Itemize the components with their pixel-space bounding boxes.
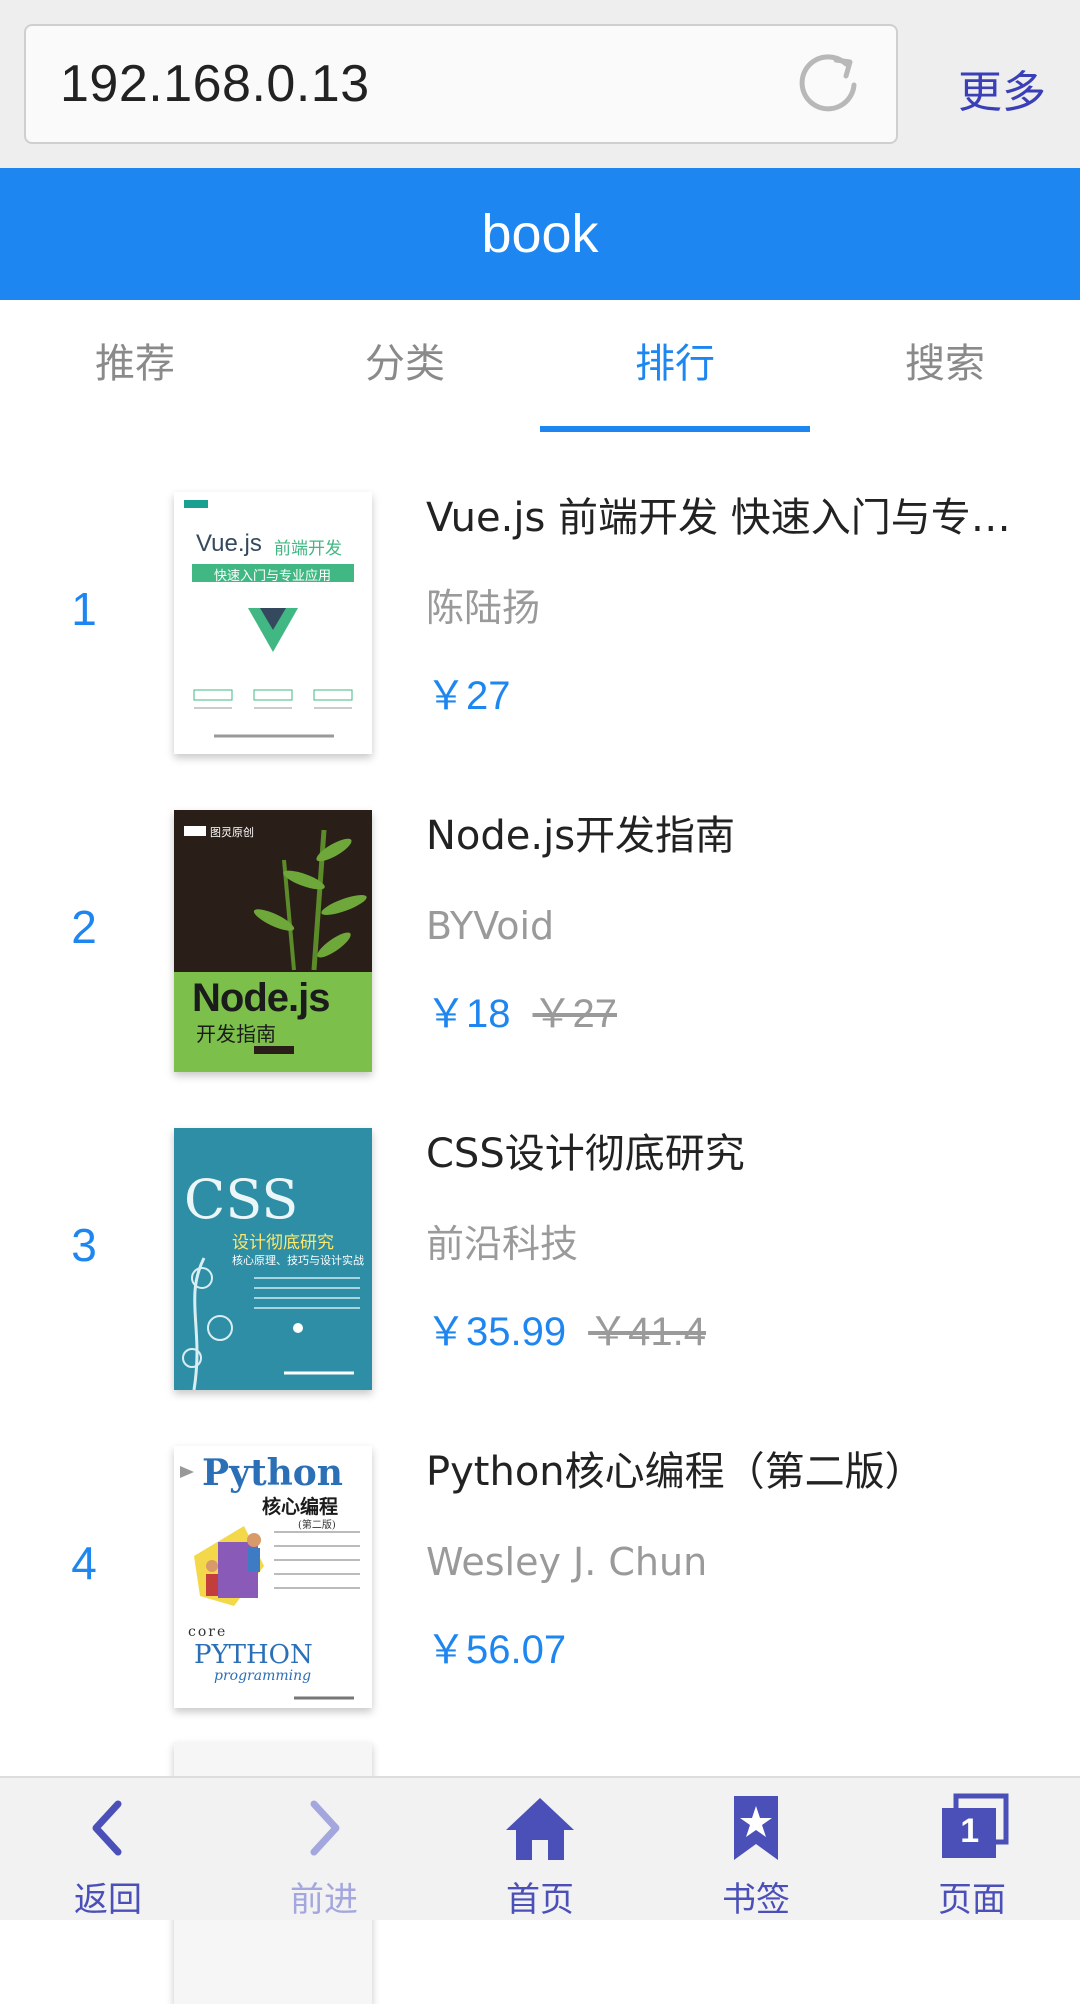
page-title: book	[481, 204, 599, 264]
bookmark-star-icon	[734, 1796, 778, 1860]
price-line: ￥18 ￥27	[426, 984, 1046, 1044]
rank-number: 4	[71, 1537, 97, 1589]
book-author: Wesley J. Chun	[426, 1540, 708, 1584]
book-info: Node.js开发指南 BYVoid ￥18 ￥27	[426, 806, 1046, 1044]
more-button[interactable]: 更多	[958, 56, 1046, 120]
price-line: ￥35.99 ￥41.4	[426, 1302, 1046, 1362]
cover-footer-title: PYTHON	[194, 1640, 313, 1670]
book-list: 1 Vue.js 前端开发 快速入门与专业应用 Vue.js 前端开发 快速入门…	[0, 432, 1080, 2004]
book-cover: CSS 设计彻底研究 核心原理、技巧与设计实战	[174, 1128, 372, 1390]
back-button[interactable]: 返回	[0, 1778, 216, 1920]
list-item[interactable]: 4 Python 核心编程 (第二版) core PYTHON programm…	[0, 1386, 1080, 1708]
bookmark-button[interactable]: 书签	[648, 1778, 864, 1920]
book-cover: 图灵原创 Node.js 开发指南	[174, 810, 372, 1072]
home-button[interactable]: 首页	[432, 1778, 648, 1920]
book-original-price: ￥41.4	[588, 1310, 706, 1354]
back-label: 返回	[74, 1880, 142, 1920]
url-field[interactable]: 192.168.0.13	[24, 24, 898, 144]
list-item[interactable]: 1 Vue.js 前端开发 快速入门与专业应用 Vue.js 前端开发 快速入门…	[0, 432, 1080, 754]
book-price: ￥18	[426, 992, 511, 1036]
rank-number: 1	[71, 583, 97, 635]
pages-label: 页面	[938, 1880, 1006, 1920]
tab-recommend[interactable]: 推荐	[0, 300, 270, 432]
book-title: CSS设计彻底研究	[426, 1131, 745, 1177]
cover-title: Node.js	[192, 976, 330, 1020]
forward-label: 前进	[290, 1880, 358, 1920]
pages-button[interactable]: 1 页面	[864, 1778, 1080, 1920]
chevron-right-icon	[310, 1800, 340, 1856]
book-author: BYVoid	[426, 904, 555, 948]
cover-title: CSS	[184, 1168, 299, 1231]
book-price: ￥56.07	[426, 1628, 567, 1672]
forward-button[interactable]: 前进	[216, 1778, 432, 1920]
rank-number: 2	[71, 901, 97, 953]
bookmark-label: 书签	[722, 1880, 790, 1920]
cover-subtitle: 设计彻底研究	[232, 1233, 334, 1253]
book-info: CSS设计彻底研究 前沿科技 ￥35.99 ￥41.4	[426, 1124, 1046, 1362]
book-title: Node.js开发指南	[426, 813, 736, 859]
browser-bottom-toolbar: 返回 前进 首页 书签 1 页面	[0, 1776, 1080, 1920]
tab-category[interactable]: 分类	[270, 300, 540, 432]
cover-subtitle: 快速入门与专业应用	[214, 569, 332, 584]
cover-tagline: 核心原理、技巧与设计实战	[232, 1254, 364, 1267]
chevron-left-icon	[92, 1800, 122, 1856]
cover-accent: 前端开发	[274, 539, 342, 559]
home-label: 首页	[506, 1880, 574, 1920]
cover-footer-top: core	[188, 1624, 228, 1640]
cover-subtitle: 核心编程	[262, 1496, 339, 1518]
cover-series: 图灵原创	[210, 826, 254, 839]
book-cover: Vue.js 前端开发 快速入门与专业应用	[174, 492, 372, 754]
tab-bar: 推荐 分类 排行 搜索	[0, 300, 1080, 432]
reload-icon[interactable]	[796, 52, 862, 118]
book-author: 前沿科技	[426, 1222, 579, 1266]
book-author: 陈陆扬	[426, 586, 541, 630]
list-item[interactable]: 2 图灵原创 Node.js 开发指南 Node.js开发指南 BYVoid ￥…	[0, 750, 1080, 1072]
book-title: Vue.js 前端开发 快速入门与专…	[426, 495, 1011, 541]
pages-count-badge: 1	[960, 1812, 980, 1850]
book-price: ￥27	[426, 674, 511, 718]
book-original-price: ￥27	[532, 992, 618, 1036]
rank-number: 3	[71, 1219, 97, 1271]
book-cover: Python 核心编程 (第二版) core PYTHON programmin…	[174, 1446, 372, 1708]
cover-title: Python	[202, 1452, 343, 1494]
book-info: Vue.js 前端开发 快速入门与专… 陈陆扬 ￥27	[426, 488, 1046, 726]
browser-address-bar: 192.168.0.13 更多	[0, 0, 1080, 168]
tab-search[interactable]: 搜索	[810, 300, 1080, 432]
list-item[interactable]	[0, 1704, 1080, 2004]
tab-ranking[interactable]: 排行	[540, 300, 810, 432]
cover-subtitle: 开发指南	[196, 1022, 276, 1046]
url-text: 192.168.0.13	[60, 55, 370, 113]
book-info: Python核心编程（第二版） Wesley J. Chun ￥56.07	[426, 1442, 1046, 1680]
book-title: Python核心编程（第二版）	[426, 1449, 925, 1495]
cover-title: Vue.js	[196, 530, 262, 557]
app-header: book	[0, 168, 1080, 300]
list-item[interactable]: 3 CSS 设计彻底研究 核心原理、技巧与设计实战 CSS设计彻底研究 前沿科技	[0, 1068, 1080, 1390]
cover-footer-sub: programming	[214, 1668, 312, 1684]
book-price: ￥35.99	[426, 1310, 567, 1354]
cover-edition: (第二版)	[298, 1520, 336, 1531]
home-icon	[506, 1798, 574, 1860]
price-line: ￥27	[426, 666, 1046, 726]
price-line: ￥56.07	[426, 1620, 1046, 1680]
